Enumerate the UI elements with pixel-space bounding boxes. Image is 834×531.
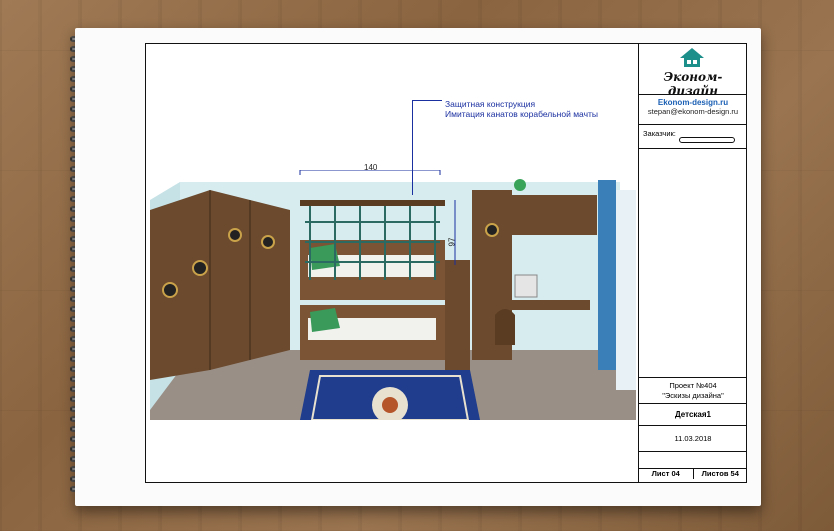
window [616,190,636,390]
project-cell: Проект №404 "Эскизы дизайна" [639,378,747,404]
curtain [598,180,616,370]
brand-name: Эконом-дизайн [663,70,723,98]
laptop [514,274,538,298]
contact-cell: Ekonom-design.ru stepan@ekonom-design.ru [639,95,747,125]
logo-cell: Эконом-дизайн [639,43,747,98]
porthole [228,228,242,242]
annotation-line-2: Имитация канатов корабельной мачты [445,109,599,119]
client-field [679,137,735,143]
site-link[interactable]: Ekonom-design.ru [639,98,747,107]
porthole [261,235,275,249]
project-number: Проект №404 [669,381,717,390]
annotation-line-1: Защитная конструкция [445,99,536,109]
house-logo-icon [680,48,704,67]
dimension-height-label: 97 [447,237,457,247]
annotation-leader [412,100,413,195]
desk [490,300,590,310]
dimension-width-label: 140 [364,163,378,172]
project-title: "Эскизы дизайна" [662,391,724,400]
shelf [512,195,597,235]
spacer-cell [639,452,747,469]
porthole [485,223,499,237]
sheet-name: Детская1 [639,404,747,426]
client-label: Заказчик: [643,129,676,138]
room-rendering [150,170,636,420]
parrot [514,179,526,191]
chair [495,309,515,345]
sheet-date: 11.03.2018 [639,426,747,452]
pillow [310,308,340,332]
blank-cell [639,149,747,378]
porthole [192,260,208,276]
pages-cell: Лист 04 Листов 54 [639,469,747,479]
stairs [445,260,470,370]
sheet-number: Лист 04 [651,469,680,478]
email-link[interactable]: stepan@ekonom-design.ru [639,107,747,116]
porthole [162,282,178,298]
client-cell: Заказчик: [639,125,747,149]
mast-beam [300,200,445,206]
sheet-total: Листов 54 [692,469,748,479]
annotation-leader-tick [412,100,442,101]
annotation-note: Защитная конструкция Имитация канатов ко… [445,99,598,119]
title-block: Эконом-дизайн Ekonom-design.ru stepan@ek… [638,43,747,483]
